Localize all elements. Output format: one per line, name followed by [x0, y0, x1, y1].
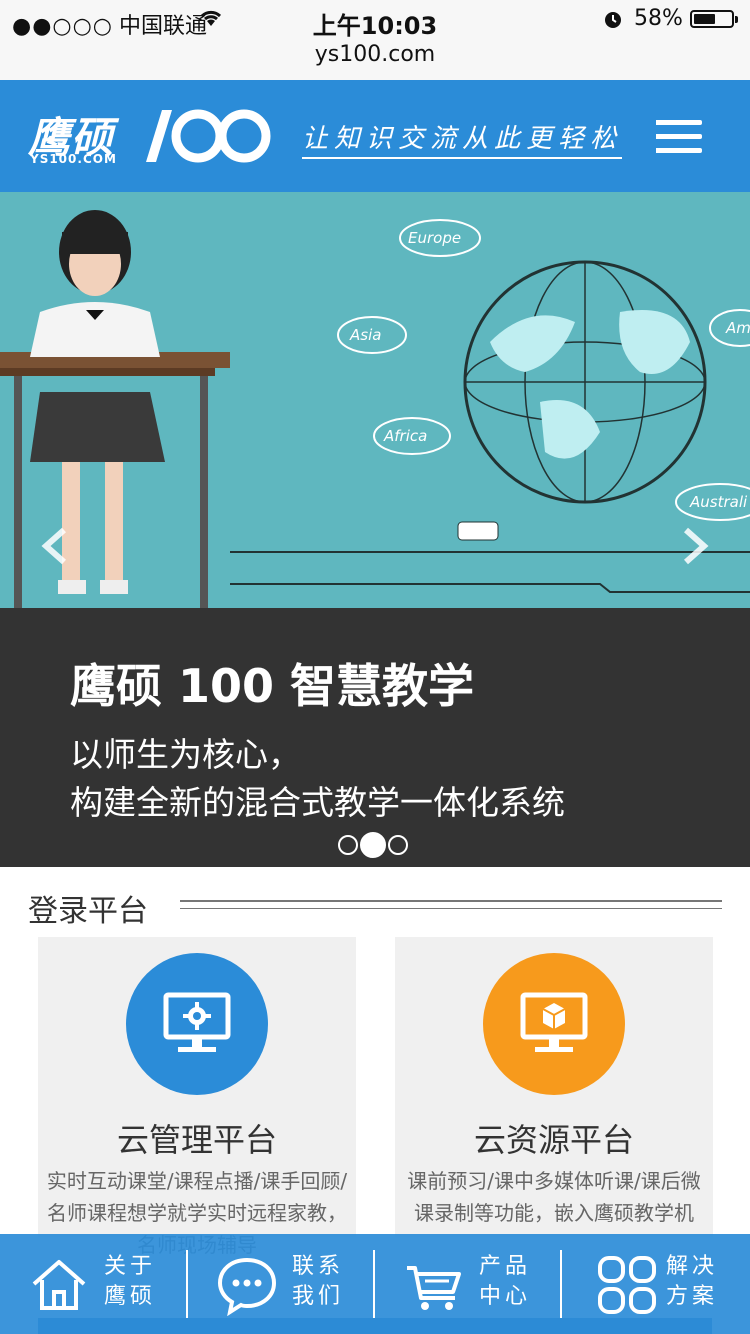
menu-button[interactable] — [656, 120, 702, 154]
nav-label: 关于 鹰硕 — [104, 1254, 157, 1309]
section-divider — [180, 900, 722, 909]
status-bar: ●●○○○ 中国联通 上午10:03 58% ys100.com — [0, 0, 750, 81]
label-africa: Africa — [383, 427, 427, 445]
platform-card-cloud-resources[interactable]: 云资源平台 课前预习/课中多媒体听课/课后微课录制等功能，嵌入鹰硕教学机 — [395, 937, 713, 1237]
label-america: Am — [725, 319, 750, 337]
alarm-icon — [605, 12, 621, 28]
platform-icon-circle — [126, 953, 268, 1095]
carousel-pagination — [338, 832, 418, 858]
site-logo[interactable]: 鹰硕 YS100.COM — [28, 102, 278, 172]
nav-item-products[interactable]: 产品 中心 — [375, 1234, 562, 1334]
platform-icon-circle — [483, 953, 625, 1095]
address-bar-url[interactable]: ys100.com — [0, 42, 750, 67]
grid-icon — [598, 1256, 656, 1314]
label-asia: Asia — [349, 326, 381, 344]
banner-title: 鹰硕 100 智慧教学 — [70, 659, 475, 713]
banner-caption: 鹰硕 100 智慧教学 以师生为核心， 构建全新的混合式教学一体化系统 — [0, 608, 750, 867]
carousel-next-arrow-icon[interactable] — [680, 526, 710, 566]
platform-name: 云资源平台 — [473, 1121, 634, 1159]
chat-icon — [217, 1257, 277, 1316]
logo-100-mark — [146, 109, 271, 163]
carousel-dot-1[interactable] — [338, 835, 358, 855]
banner-illustration: Europe Asia Africa Am Australi — [0, 192, 750, 608]
platform-name: 云管理平台 — [116, 1121, 277, 1159]
battery-icon — [690, 10, 738, 28]
nav-item-contact[interactable]: 联系 我们 — [188, 1234, 375, 1334]
section-title: 登录平台 — [28, 894, 148, 929]
battery-percent: 58% — [634, 6, 683, 31]
nav-label: 产品 中心 — [479, 1254, 532, 1309]
label-australia: Australi — [689, 493, 748, 511]
bottom-navigation: 关于 鹰硕 联系 我们 产品 中心 解决 方案 — [0, 1234, 750, 1334]
nav-item-about[interactable]: 关于 鹰硕 — [0, 1234, 187, 1334]
home-icon — [32, 1260, 86, 1310]
site-header: 鹰硕 YS100.COM 让知识交流从此更轻松 — [0, 80, 750, 192]
banner-subtitle-line2: 构建全新的混合式教学一体化系统 — [70, 783, 565, 822]
carousel-dot-2[interactable] — [360, 832, 386, 858]
nav-label: 联系 我们 — [292, 1254, 345, 1309]
carousel-prev-arrow-icon[interactable] — [40, 526, 70, 566]
monitor-box-icon — [520, 992, 588, 1052]
monitor-gear-icon — [163, 992, 231, 1052]
platform-card-cloud-management[interactable]: 云管理平台 实时互动课堂/课程点播/课手回顾/名师课程想学就学实时远程家教，名师… — [38, 937, 356, 1257]
platform-description: 课前预习/课中多媒体听课/课后微课录制等功能，嵌入鹰硕教学机 — [407, 1169, 701, 1225]
nav-label: 解决 方案 — [666, 1254, 719, 1309]
carousel-dot-3[interactable] — [388, 835, 408, 855]
header-slogan: 让知识交流从此更轻松 — [302, 118, 623, 159]
nav-item-solutions[interactable]: 解决 方案 — [562, 1234, 749, 1334]
cart-icon — [407, 1266, 461, 1310]
banner-subtitle-line1: 以师生为核心， — [70, 735, 301, 774]
hero-carousel[interactable]: Europe Asia Africa Am Australi 鹰硕 100 智慧… — [0, 192, 750, 867]
logo-domain: YS100.COM — [30, 152, 117, 166]
label-europe: Europe — [408, 229, 461, 247]
